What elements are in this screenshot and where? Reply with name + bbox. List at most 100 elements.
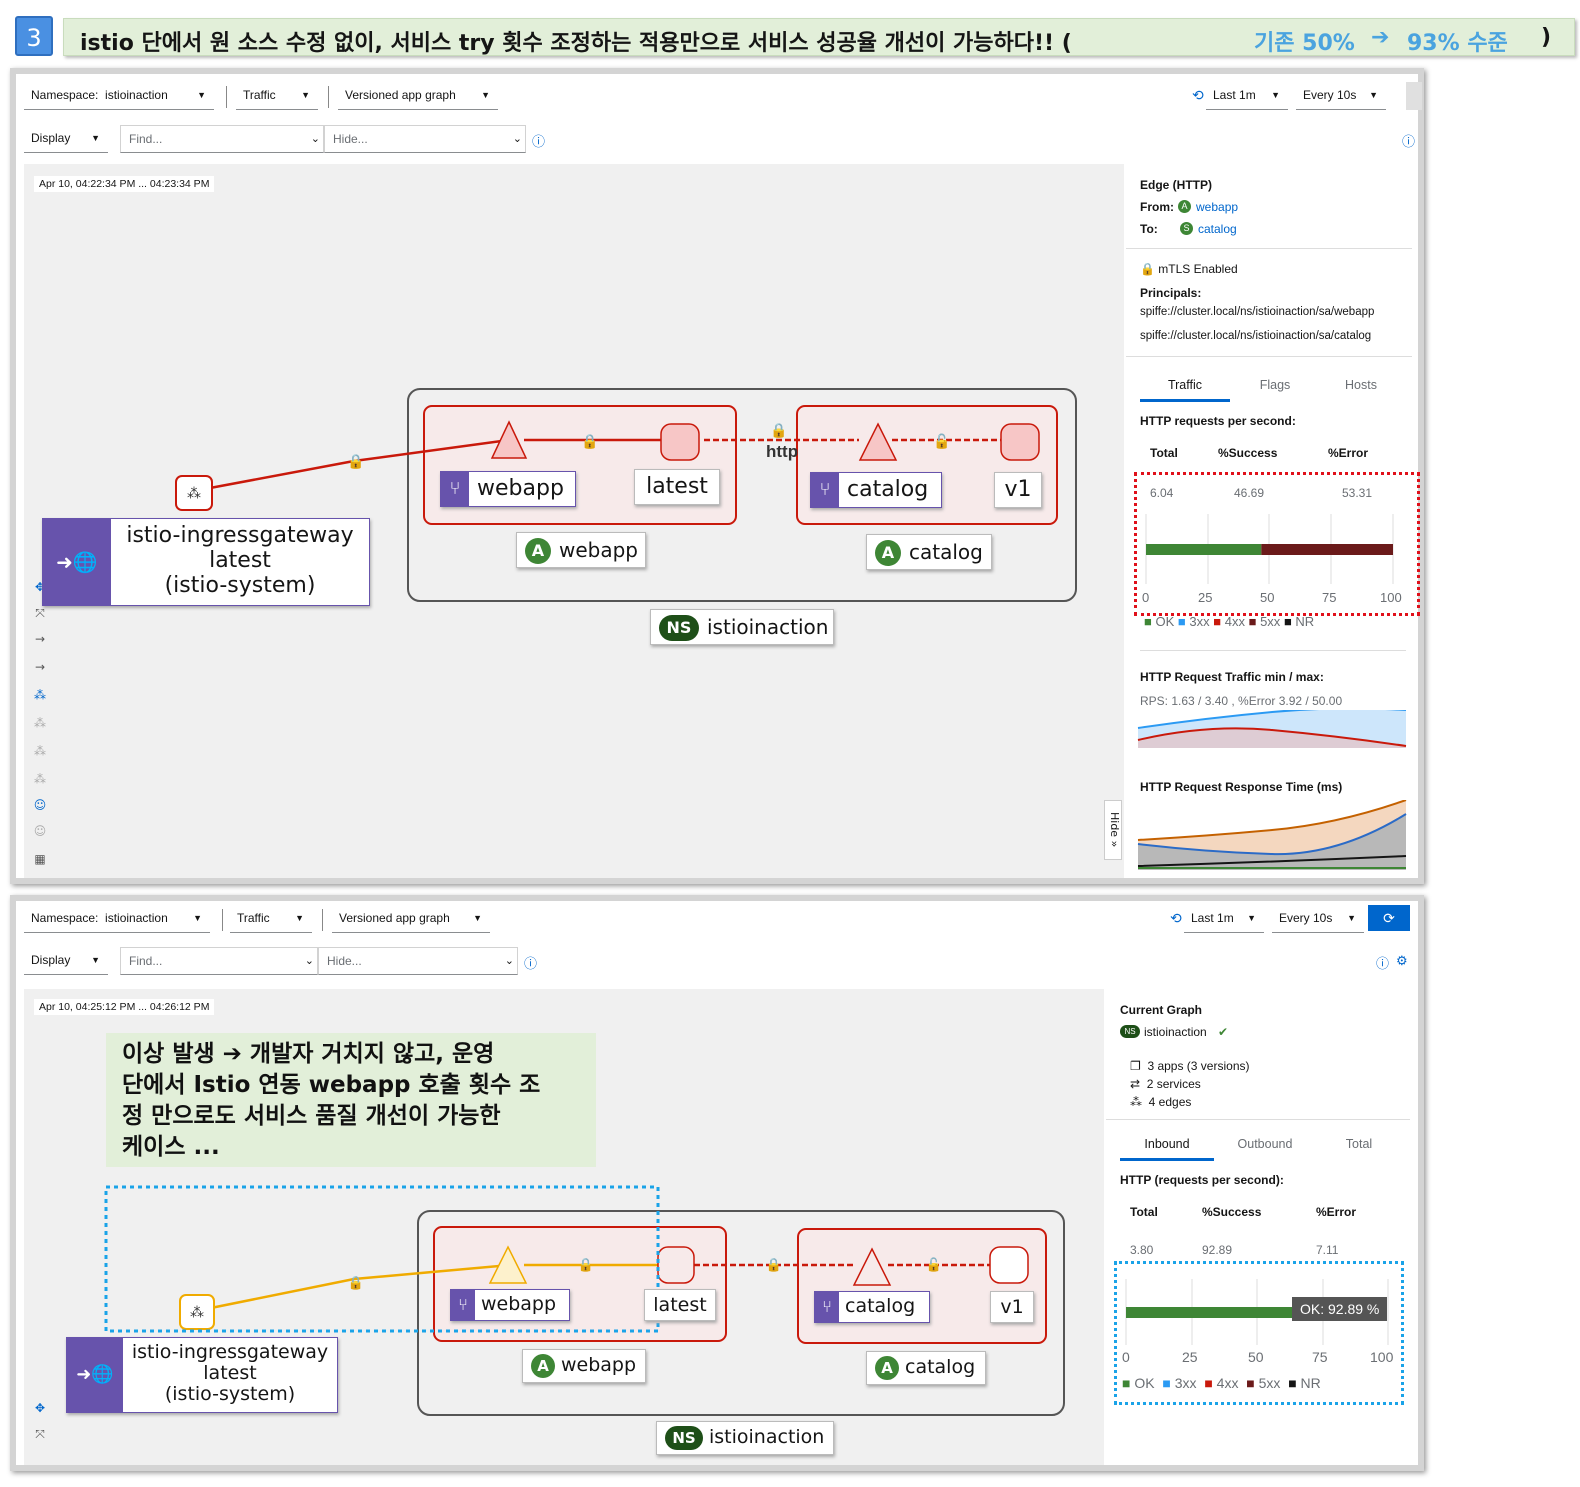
- gateway-label[interactable]: ➜🌐 istio-ingressgateway latest (istio-sy…: [42, 518, 370, 606]
- caret-down-icon: ▼: [473, 913, 482, 923]
- gateway-namespace: (istio-system): [164, 573, 316, 598]
- catalog-app-label[interactable]: A catalog: [866, 534, 992, 570]
- namespace-name: istioinaction: [707, 615, 829, 639]
- v1-label[interactable]: v1: [994, 472, 1042, 508]
- catalog-v1-node[interactable]: [989, 1246, 1029, 1284]
- legend-nr: NR: [1295, 614, 1315, 629]
- principals-label: Principals:: [1140, 286, 1202, 300]
- top-screenshot: Namespace: istioinaction ▼ Traffic ▼ Versi…: [10, 68, 1424, 884]
- ns-icon: NS: [1120, 1025, 1140, 1038]
- to-link[interactable]: catalog: [1198, 222, 1237, 236]
- val-total: 3.80: [1130, 1243, 1154, 1257]
- tab-hosts[interactable]: Hosts: [1316, 378, 1406, 402]
- display-dropdown[interactable]: Display ▼: [24, 947, 108, 975]
- webapp-version-label[interactable]: ⑂ webapp: [450, 1289, 570, 1321]
- header-before: 기존 50%: [1254, 31, 1355, 56]
- duration-label: Last 1m: [1191, 911, 1234, 925]
- traffic-dropdown[interactable]: Traffic ▼: [230, 905, 312, 933]
- graph-type-label: Versioned app graph: [345, 88, 456, 102]
- axis-tick: 0: [1142, 590, 1150, 605]
- refresh-button[interactable]: ⟳: [1368, 905, 1410, 931]
- service-icon: S: [1180, 222, 1193, 235]
- graph-type-dropdown[interactable]: Versioned app graph ▼: [332, 905, 490, 933]
- info-icon[interactable]: ⓘ: [532, 131, 545, 150]
- tab-outbound[interactable]: Outbound: [1218, 1137, 1312, 1161]
- chevron-down-icon[interactable]: ⌄: [305, 948, 314, 974]
- help-icon[interactable]: ⓘ: [1402, 131, 1415, 150]
- lock-icon: 🔓: [933, 433, 950, 450]
- catalog-app-label[interactable]: A catalog: [866, 1351, 986, 1385]
- ok-bar[interactable]: [1146, 544, 1262, 555]
- refresh-interval-dropdown[interactable]: Every 10s ▼: [1296, 82, 1386, 110]
- latest-label[interactable]: latest: [644, 1289, 716, 1321]
- namespace-label[interactable]: NS istioinaction: [656, 1421, 834, 1455]
- replay-icon[interactable]: ⟲: [1170, 910, 1182, 927]
- axis-tick: 50: [1248, 1349, 1264, 1365]
- caret-down-icon: ▼: [1271, 90, 1280, 100]
- edges-icon: ⁂: [1130, 1095, 1142, 1109]
- replay-icon[interactable]: ⟲: [1192, 87, 1204, 104]
- settings-icon[interactable]: ⚙: [1396, 953, 1408, 969]
- hide-input[interactable]: Hide... ⌄: [324, 125, 526, 153]
- latest-label[interactable]: latest: [634, 469, 720, 505]
- edge-protocol-label: http: [766, 442, 799, 461]
- webapp-version-label[interactable]: ⑂ webapp: [440, 471, 576, 507]
- tab-total[interactable]: Total: [1312, 1137, 1406, 1161]
- chevron-down-icon[interactable]: ⌄: [513, 126, 522, 152]
- col-total: Total: [1150, 446, 1178, 460]
- gateway-version: latest: [209, 548, 271, 573]
- tab-inbound[interactable]: Inbound: [1120, 1137, 1214, 1161]
- info-icon[interactable]: ⓘ: [524, 953, 537, 972]
- display-dropdown[interactable]: Display ▼: [24, 125, 108, 153]
- display-label: Display: [31, 131, 71, 145]
- gateway-label[interactable]: ➜🌐 istio-ingressgateway latest (istio-sy…: [66, 1337, 338, 1413]
- graph-type-dropdown[interactable]: Versioned app graph ▼: [338, 82, 498, 110]
- tab-flags[interactable]: Flags: [1230, 378, 1320, 402]
- webapp-app-box[interactable]: [433, 1226, 727, 1342]
- gateway-name: istio-ingressgateway: [126, 523, 354, 548]
- find-input[interactable]: Find... ⌄: [120, 125, 324, 153]
- traffic-dropdown[interactable]: Traffic ▼: [236, 82, 318, 110]
- webapp-latest-node[interactable]: [660, 423, 700, 461]
- axis-tick: 75: [1322, 590, 1337, 605]
- traffic-sparkline: [1137, 710, 1407, 748]
- edge-title: Edge (HTTP): [1140, 178, 1212, 192]
- app-badge: A: [875, 1356, 899, 1380]
- chevron-down-icon[interactable]: ⌄: [311, 126, 320, 152]
- catalog-version-label[interactable]: ⑂ catalog: [814, 1291, 930, 1323]
- hide-panel-toggle[interactable]: Hide »: [1104, 800, 1122, 860]
- divider: [1126, 248, 1412, 249]
- refresh-interval-dropdown[interactable]: Every 10s ▼: [1272, 905, 1364, 933]
- from-link[interactable]: webapp: [1196, 200, 1238, 214]
- namespace-dropdown[interactable]: Namespace: istioinaction ▼: [24, 905, 210, 933]
- duration-dropdown[interactable]: Last 1m ▼: [1206, 82, 1288, 110]
- help-icon[interactable]: ⓘ: [1376, 953, 1389, 972]
- v1-label[interactable]: v1: [990, 1291, 1034, 1323]
- col-success: %Success: [1202, 1205, 1262, 1219]
- namespace-dropdown[interactable]: Namespace: istioinaction ▼: [24, 82, 214, 110]
- 5xx-bar[interactable]: [1261, 544, 1393, 555]
- find-input[interactable]: Find... ⌄: [120, 947, 318, 975]
- namespace-label[interactable]: NS istioinaction: [650, 609, 834, 645]
- caret-down-icon: ▼: [91, 133, 100, 143]
- hide-input[interactable]: Hide... ⌄: [318, 947, 518, 975]
- webapp-app-label[interactable]: A webapp: [522, 1349, 646, 1383]
- http-rps-title: HTTP (requests per second):: [1120, 1173, 1284, 1187]
- graph-canvas[interactable]: Apr 10, 04:25:12 PM ... 04:26:12 PM 이상 발…: [24, 989, 1104, 1465]
- apps-count: 3 apps (3 versions): [1147, 1059, 1250, 1073]
- webapp-latest-node[interactable]: [657, 1246, 695, 1284]
- graph-canvas[interactable]: Apr 10, 04:22:34 PM ... 04:23:34 PM ✥ ⤧ …: [24, 164, 1124, 878]
- tab-traffic[interactable]: Traffic: [1140, 378, 1230, 402]
- http-rps-title: HTTP requests per second:: [1140, 414, 1296, 428]
- duration-dropdown[interactable]: Last 1m ▼: [1184, 905, 1264, 933]
- refresh-button[interactable]: [1406, 82, 1422, 110]
- catalog-v1-node[interactable]: [1000, 423, 1040, 461]
- catalog-app-box[interactable]: [797, 1228, 1047, 1344]
- chevron-down-icon[interactable]: ⌄: [505, 948, 514, 974]
- gateway-version: latest: [203, 1362, 257, 1384]
- apps-icon: ❐: [1130, 1059, 1141, 1073]
- catalog-version-label[interactable]: ⑂ catalog: [810, 472, 942, 508]
- legend: ■ OK ■ 3xx ■ 4xx ■ 5xx ■ NR: [1122, 1375, 1321, 1391]
- webapp-app-label[interactable]: A webapp: [516, 532, 646, 568]
- webapp-version-name: webapp: [477, 476, 564, 501]
